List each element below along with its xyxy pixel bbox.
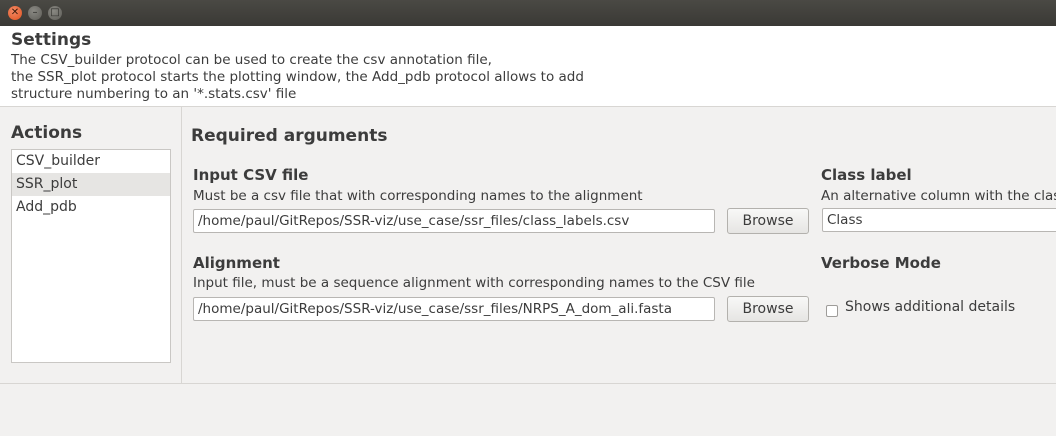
actions-title: Actions xyxy=(11,123,83,143)
settings-header: Settings The CSV_builder protocol can be… xyxy=(0,26,1056,107)
alignment-field[interactable]: /home/paul/GitRepos/SSR-viz/use_case/ssr… xyxy=(193,297,715,321)
alignment-browse-button[interactable]: Browse xyxy=(727,296,809,322)
action-item-add-pdb[interactable]: Add_pdb xyxy=(12,196,170,219)
class-label-field[interactable]: Class xyxy=(822,208,1056,232)
actions-list[interactable]: CSV_builder SSR_plot Add_pdb xyxy=(11,149,171,363)
class-label-label: Class label xyxy=(821,166,912,184)
window-titlebar: ✕ – □ xyxy=(0,0,1056,26)
settings-description-line: The CSV_builder protocol can be used to … xyxy=(11,52,492,68)
input-csv-browse-button[interactable]: Browse xyxy=(727,208,809,234)
close-window-button[interactable]: ✕ xyxy=(8,6,22,20)
input-csv-description: Must be a csv file that with correspondi… xyxy=(193,188,643,204)
actions-pane: Actions CSV_builder SSR_plot Add_pdb xyxy=(0,107,182,383)
settings-title: Settings xyxy=(11,30,92,50)
settings-description-line: structure numbering to an '*.stats.csv' … xyxy=(11,86,297,102)
required-arguments-panel: Required arguments Input CSV file Must b… xyxy=(182,107,1056,383)
input-csv-field[interactable]: /home/paul/GitRepos/SSR-viz/use_case/ssr… xyxy=(193,209,715,233)
minimize-window-button[interactable]: – xyxy=(28,6,42,20)
alignment-description: Input file, must be a sequence alignment… xyxy=(193,275,755,291)
verbose-mode-label: Verbose Mode xyxy=(821,254,941,272)
action-item-ssr-plot[interactable]: SSR_plot xyxy=(12,173,170,196)
required-arguments-title: Required arguments xyxy=(191,126,388,146)
input-csv-label: Input CSV file xyxy=(193,166,309,184)
class-label-description: An alternative column with the clas xyxy=(821,188,1056,204)
verbose-checkbox-label[interactable]: Shows additional details xyxy=(845,299,1015,315)
alignment-label: Alignment xyxy=(193,254,280,272)
footer-bar xyxy=(0,383,1056,436)
verbose-checkbox[interactable] xyxy=(826,305,838,317)
action-item-csv-builder[interactable]: CSV_builder xyxy=(12,150,170,173)
settings-description: The CSV_builder protocol can be used to … xyxy=(11,52,1041,103)
settings-description-line: the SSR_plot protocol starts the plottin… xyxy=(11,69,584,85)
maximize-window-button[interactable]: □ xyxy=(48,6,62,20)
